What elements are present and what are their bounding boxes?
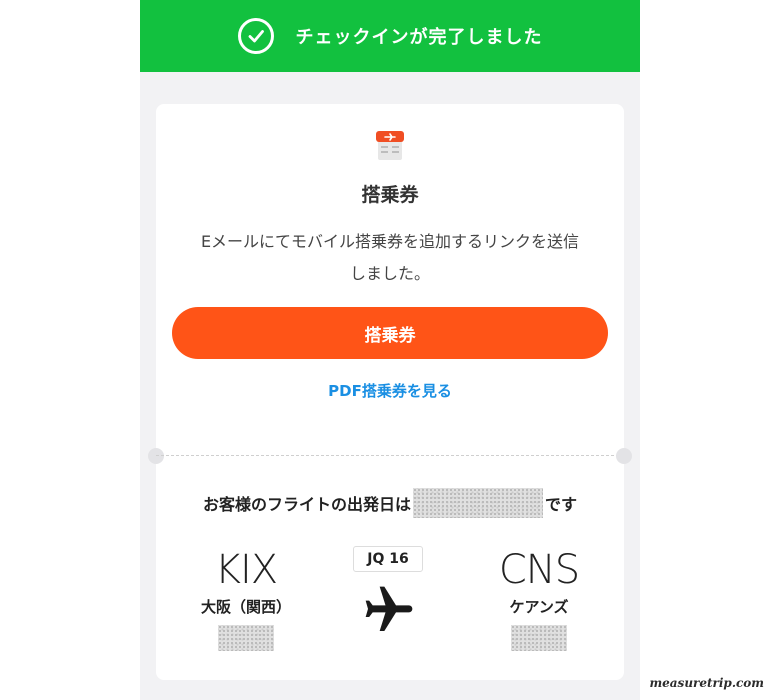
- boarding-pass-title: 搭乗券: [361, 184, 419, 206]
- redacted-departure-date: [413, 488, 543, 518]
- dashed-divider: [156, 455, 624, 456]
- origin-airport: KIX 大阪（関西）: [186, 548, 306, 655]
- boarding-pass-icon: [374, 128, 406, 162]
- ticket-notch-left: [148, 448, 164, 464]
- app-screen: チェックインが完了しました 搭乗券 Eメールにてモバイル搭乗券を追加するリンクを…: [140, 0, 640, 700]
- site-watermark: measuretrip.com: [649, 676, 764, 690]
- destination-city: ケアンズ: [509, 598, 569, 616]
- airplane-icon: [361, 582, 417, 638]
- redacted-destination-time: [511, 625, 567, 651]
- ticket-notch-right: [616, 448, 632, 464]
- origin-city: 大阪（関西）: [200, 598, 291, 616]
- departure-date-suffix: です: [545, 495, 578, 514]
- boarding-pass-card: 搭乗券 Eメールにてモバイル搭乗券を追加するリンクを送信しました。 搭乗券 PD…: [148, 104, 632, 680]
- pdf-boarding-pass-link[interactable]: PDF搭乗券を見る: [156, 380, 624, 401]
- departure-date-prefix: お客様のフライトの出発日は: [202, 495, 411, 514]
- boarding-pass-description: Eメールにてモバイル搭乗券を追加するリンクを送信しました。: [200, 232, 580, 283]
- flight-number-badge: JQ 16: [353, 546, 423, 572]
- redacted-origin-time: [218, 625, 274, 651]
- origin-code: KIX: [214, 547, 278, 593]
- checkin-complete-banner: チェックインが完了しました: [140, 0, 640, 72]
- departure-date-row: お客様のフライトの出発日は です: [156, 488, 624, 518]
- boarding-pass-button[interactable]: 搭乗券: [172, 307, 608, 359]
- banner-title: チェックインが完了しました: [295, 27, 543, 48]
- check-circle-icon: [237, 18, 274, 54]
- destination-airport: CNS ケアンズ: [474, 548, 604, 655]
- destination-code: CNS: [498, 547, 580, 593]
